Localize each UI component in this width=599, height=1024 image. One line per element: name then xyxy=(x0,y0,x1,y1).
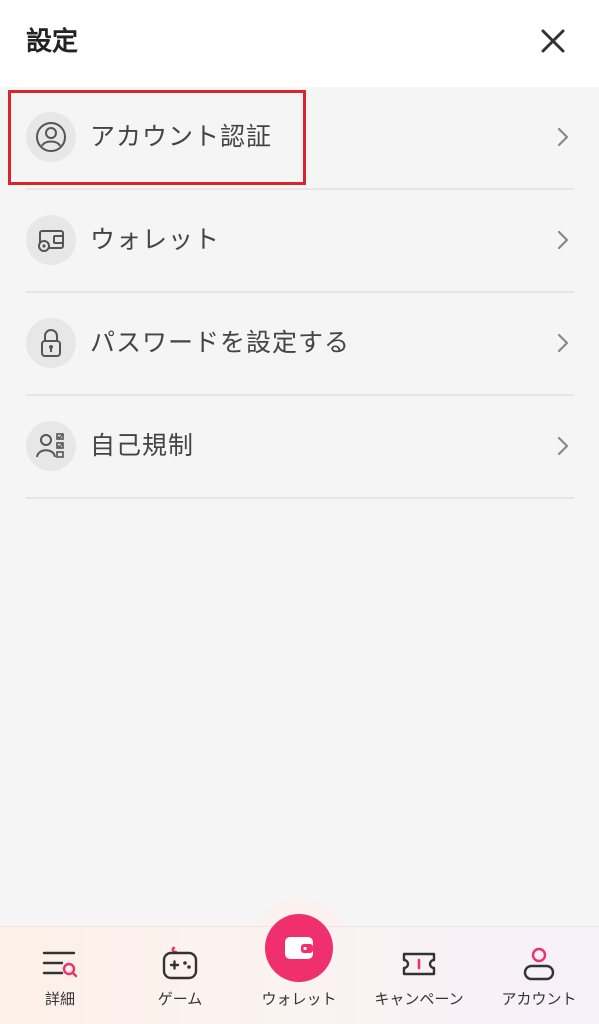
menu-item-label: ウォレット xyxy=(90,225,221,254)
settings-screen: 設定 アカウント認証 ウォレット パスワードを設定する 自己規制 詳細 ゲーム … xyxy=(0,0,599,1024)
menu-item-set-password[interactable]: パスワードを設定する xyxy=(26,293,574,396)
chevron-right-icon xyxy=(557,230,569,250)
menu-item-label: アカウント認証 xyxy=(90,122,273,151)
tab-games[interactable]: ゲーム xyxy=(125,944,235,1014)
account-icon xyxy=(523,947,555,981)
tab-account[interactable]: アカウント xyxy=(484,944,594,1014)
menu-item-label: 自己規制 xyxy=(90,431,195,460)
chevron-right-icon xyxy=(557,436,569,456)
user-checklist-icon xyxy=(26,421,76,471)
wallet-icon xyxy=(285,937,313,959)
tab-label: アカウント xyxy=(501,990,577,1008)
menu-item-self-exclusion[interactable]: 自己規制 xyxy=(26,396,574,499)
tab-label: 詳細 xyxy=(44,990,75,1008)
tab-campaign[interactable]: キャンペーン xyxy=(364,944,474,1014)
wallet-gear-icon xyxy=(26,215,76,265)
chevron-right-icon xyxy=(557,333,569,353)
tab-label: ゲーム xyxy=(157,990,203,1008)
menu-item-account-verification[interactable]: アカウント認証 xyxy=(26,87,574,190)
tab-wallet-button[interactable] xyxy=(265,914,333,982)
menu-item-label: パスワードを設定する xyxy=(90,328,351,357)
close-icon xyxy=(541,29,565,53)
tab-label: キャンペーン xyxy=(374,990,464,1008)
menu-search-icon xyxy=(42,951,78,978)
tab-details[interactable]: 詳細 xyxy=(5,944,115,1014)
close-button[interactable] xyxy=(536,24,570,58)
settings-menu: アカウント認証 ウォレット パスワードを設定する 自己規制 xyxy=(26,87,574,499)
tab-label: ウォレット xyxy=(261,990,337,1008)
chevron-right-icon xyxy=(557,127,569,147)
menu-item-wallet[interactable]: ウォレット xyxy=(26,190,574,293)
page-title: 設定 xyxy=(26,27,79,57)
lock-icon xyxy=(26,318,76,368)
header: 設定 xyxy=(0,0,599,87)
user-circle-icon xyxy=(26,112,76,162)
gamepad-icon xyxy=(162,946,198,980)
ticket-icon xyxy=(402,952,436,976)
